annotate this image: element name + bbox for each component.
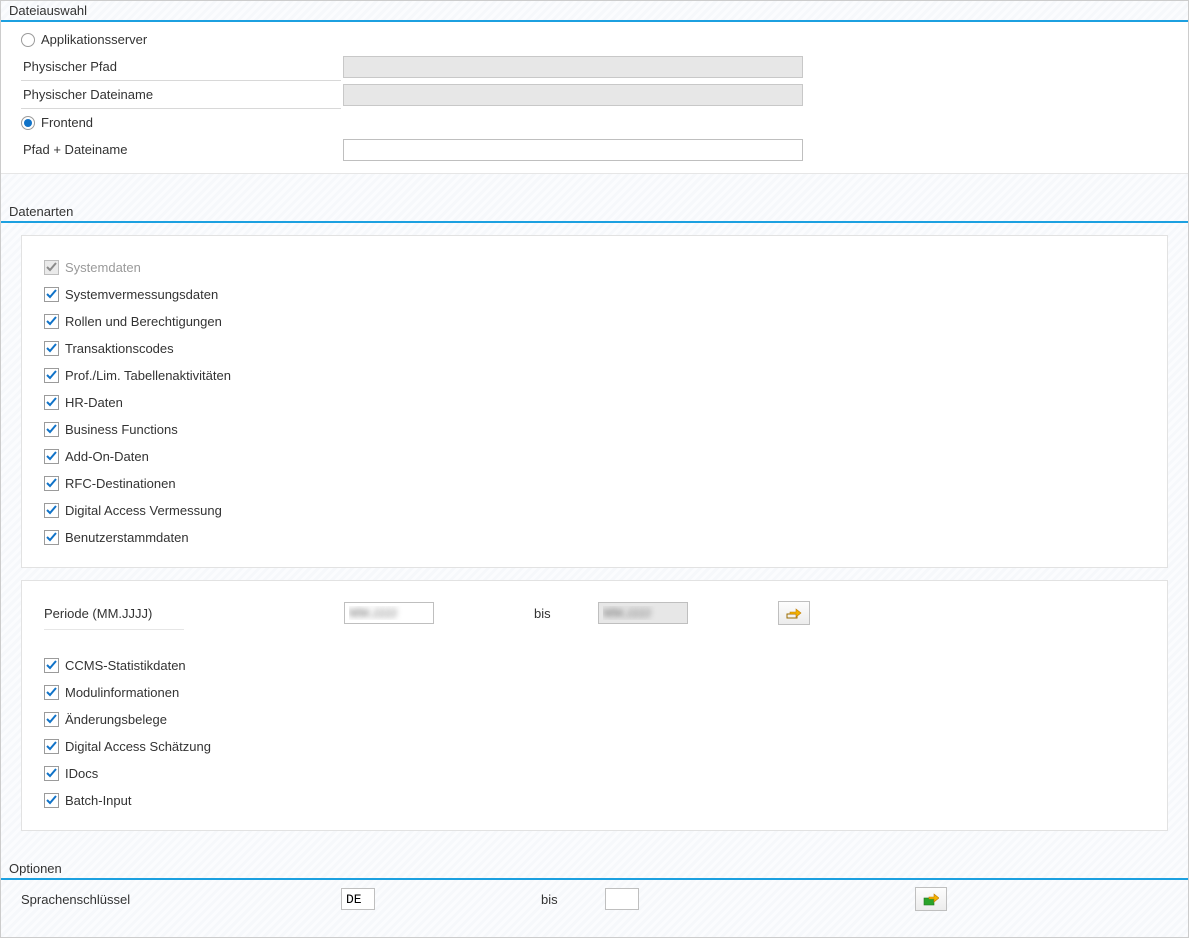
label-periode: Periode (MM.JJJJ) bbox=[44, 606, 344, 621]
checkbox-label-rfcdest: RFC-Destinationen bbox=[65, 476, 176, 491]
input-sprachenschluessel-to[interactable] bbox=[605, 888, 639, 910]
input-periode-from[interactable] bbox=[344, 602, 434, 624]
checkbox-label-proflim: Prof./Lim. Tabellenaktivitäten bbox=[65, 368, 231, 383]
checkbox-addon[interactable] bbox=[44, 449, 59, 464]
checkbox-systemdaten bbox=[44, 260, 59, 275]
checkbox-label-digacc_est: Digital Access Schätzung bbox=[65, 739, 211, 754]
label-sprachenschluessel: Sprachenschlüssel bbox=[21, 892, 341, 907]
checkbox-label-batchinput: Batch-Input bbox=[65, 793, 132, 808]
input-sprachenschluessel[interactable] bbox=[341, 888, 375, 910]
radio-frontend[interactable]: Frontend bbox=[21, 116, 93, 130]
radio-dot-icon bbox=[21, 116, 35, 130]
checkbox-ccms[interactable] bbox=[44, 658, 59, 673]
checkbox-batchinput[interactable] bbox=[44, 793, 59, 808]
checkbox-label-digitalaccess_ver: Digital Access Vermessung bbox=[65, 503, 222, 518]
label-bis: bis bbox=[534, 606, 598, 621]
radio-applikationsserver[interactable]: Applikationsserver bbox=[21, 33, 147, 47]
section-title-optionen: Optionen bbox=[1, 859, 1188, 878]
input-pfad-dateiname[interactable] bbox=[343, 139, 803, 161]
checkbox-proflim[interactable] bbox=[44, 368, 59, 383]
checkbox-rfcdest[interactable] bbox=[44, 476, 59, 491]
checkbox-label-sysvermessung: Systemvermessungsdaten bbox=[65, 287, 218, 302]
checkbox-sysvermessung[interactable] bbox=[44, 287, 59, 302]
multiple-selection-button[interactable] bbox=[778, 601, 810, 625]
checkbox-label-addon: Add-On-Daten bbox=[65, 449, 149, 464]
section-rule-datenarten bbox=[1, 221, 1188, 223]
checkbox-label-hrdaten: HR-Daten bbox=[65, 395, 123, 410]
checkbox-tcodes[interactable] bbox=[44, 341, 59, 356]
checkbox-businessfunc[interactable] bbox=[44, 422, 59, 437]
input-physischer-pfad bbox=[343, 56, 803, 78]
checkbox-label-benutzerstamm: Benutzerstammdaten bbox=[65, 530, 189, 545]
input-periode-to bbox=[598, 602, 688, 624]
checkbox-label-businessfunc: Business Functions bbox=[65, 422, 178, 437]
checkbox-label-tcodes: Transaktionscodes bbox=[65, 341, 174, 356]
checkbox-label-modulinfo: Modulinformationen bbox=[65, 685, 179, 700]
radio-dot-icon bbox=[21, 33, 35, 47]
radio-label: Frontend bbox=[41, 115, 93, 130]
checkbox-label-systemdaten: Systemdaten bbox=[65, 260, 141, 275]
checkbox-label-ccms: CCMS-Statistikdaten bbox=[65, 658, 186, 673]
checkbox-digacc_est[interactable] bbox=[44, 739, 59, 754]
label-physischer-pfad: Physischer Pfad bbox=[21, 59, 343, 74]
panel-datatypes-main: Systemdaten Systemvermessungsdaten Rollen … bbox=[21, 235, 1168, 568]
radio-label: Applikationsserver bbox=[41, 32, 147, 47]
section-title-datenarten: Datenarten bbox=[1, 202, 1188, 221]
checkbox-digitalaccess_ver[interactable] bbox=[44, 503, 59, 518]
checkbox-benutzerstamm[interactable] bbox=[44, 530, 59, 545]
arrow-right-icon bbox=[786, 606, 802, 620]
checkbox-idocs[interactable] bbox=[44, 766, 59, 781]
label-physischer-dateiname: Physischer Dateiname bbox=[21, 87, 343, 102]
checkbox-label-idocs: IDocs bbox=[65, 766, 98, 781]
label-pfad-dateiname: Pfad + Dateiname bbox=[21, 142, 343, 157]
section-title-file-selection: Dateiauswahl bbox=[1, 1, 1188, 20]
checkbox-label-aenderung: Änderungsbelege bbox=[65, 712, 167, 727]
checkbox-rollen[interactable] bbox=[44, 314, 59, 329]
export-icon bbox=[923, 892, 939, 906]
panel-datatypes-periode: Periode (MM.JJJJ) bis CCMS-Statistikdate… bbox=[21, 580, 1168, 831]
multiple-selection-button-lang[interactable] bbox=[915, 887, 947, 911]
checkbox-aenderung[interactable] bbox=[44, 712, 59, 727]
checkbox-hrdaten[interactable] bbox=[44, 395, 59, 410]
checkbox-label-rollen: Rollen und Berechtigungen bbox=[65, 314, 222, 329]
checkbox-modulinfo[interactable] bbox=[44, 685, 59, 700]
label-bis-lang: bis bbox=[541, 892, 605, 907]
input-physischer-dateiname bbox=[343, 84, 803, 106]
